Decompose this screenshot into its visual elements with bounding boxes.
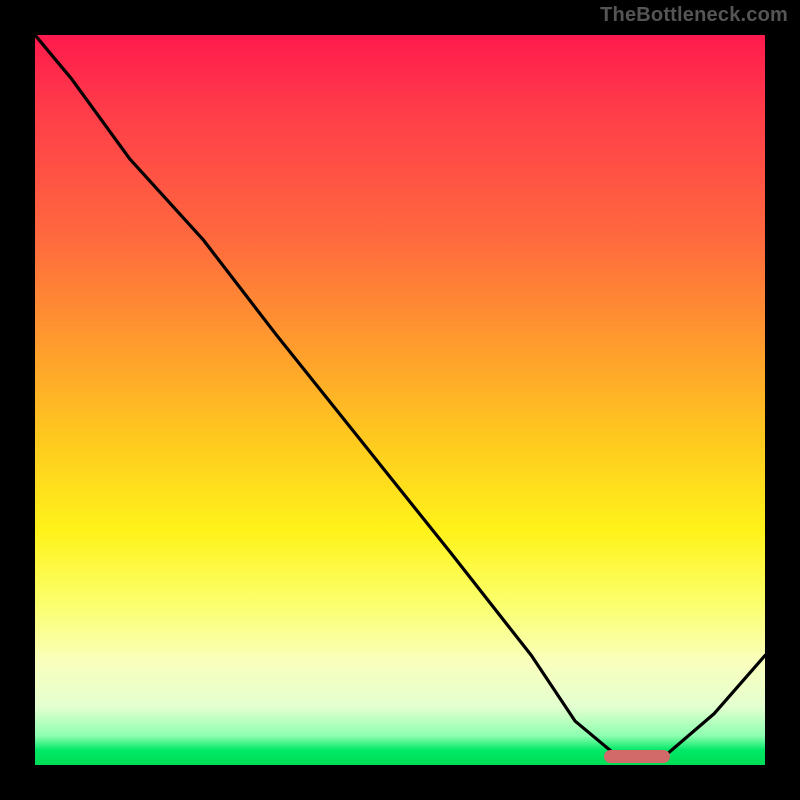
chart-frame: TheBottleneck.com: [0, 0, 800, 800]
optimal-marker: [604, 750, 670, 763]
bottleneck-curve: [35, 35, 765, 765]
plot-area: [35, 35, 765, 765]
attribution-text: TheBottleneck.com: [600, 4, 788, 27]
